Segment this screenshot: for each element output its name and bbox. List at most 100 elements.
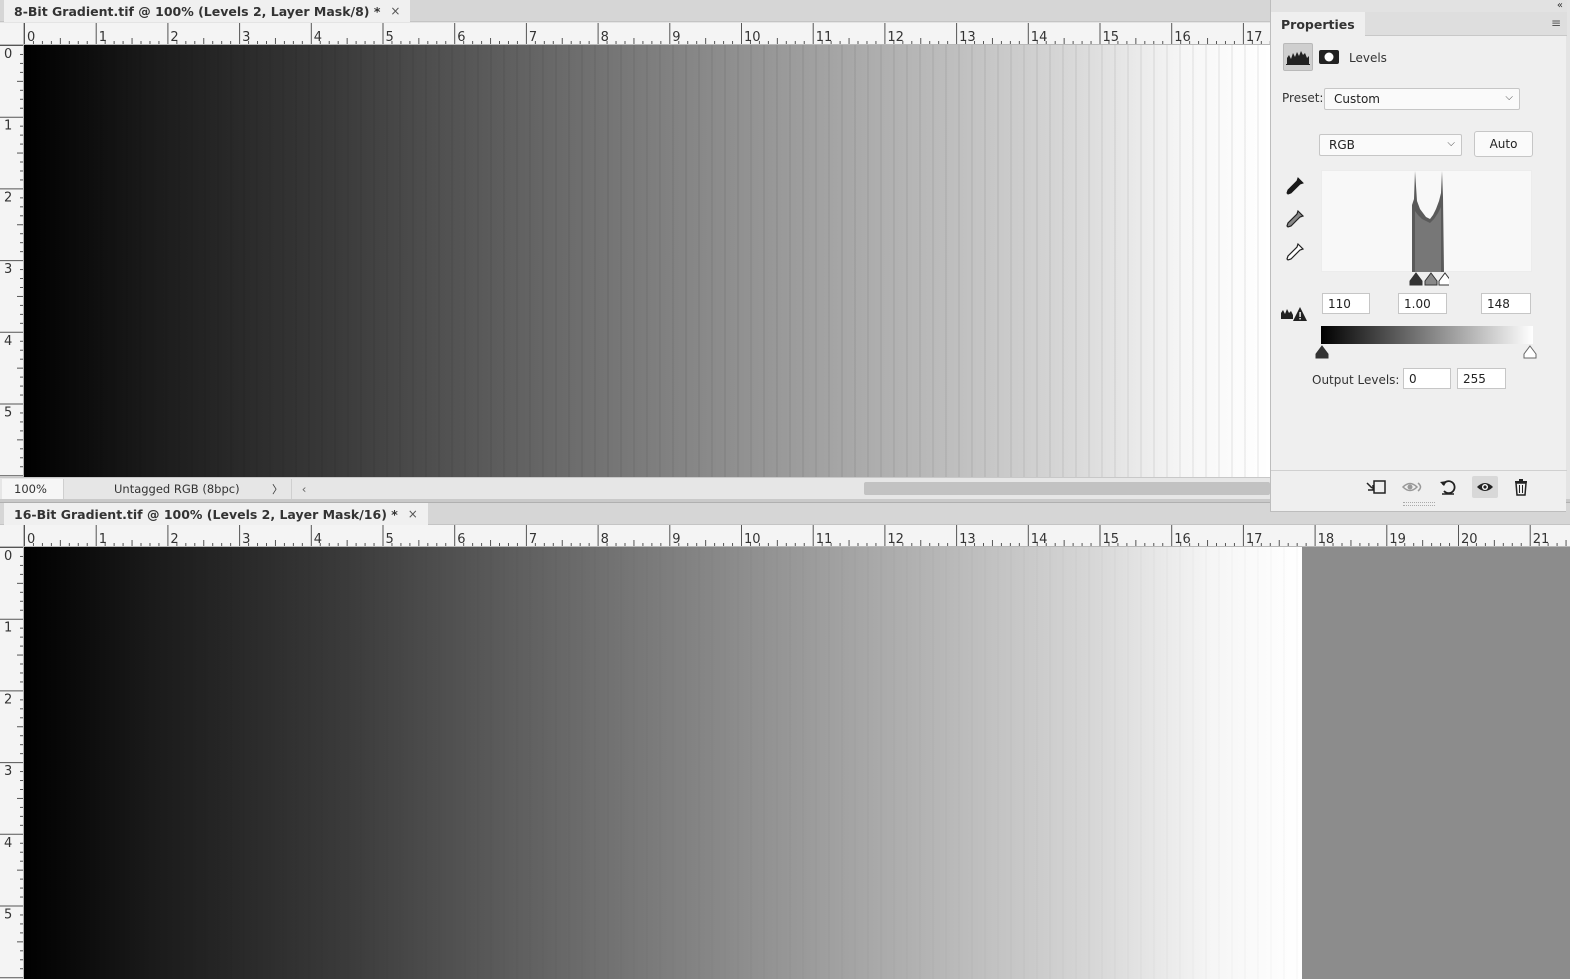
input-black-field[interactable]: 110: [1322, 293, 1370, 314]
output-levels-label: Output Levels:: [1312, 373, 1400, 387]
doc2-hruler-tick-label: 4: [314, 532, 322, 547]
doc1-hruler-tick-label: 14: [1031, 30, 1048, 45]
doc2-hruler-tick-label: 19: [1389, 532, 1406, 547]
doc2-canvas-gradient[interactable]: [24, 547, 1302, 979]
channel-value: RGB: [1329, 138, 1355, 152]
delete-adjustment-button[interactable]: [1508, 476, 1534, 498]
doc1-horizontal-scrollbar-thumb[interactable]: [864, 482, 1270, 495]
mask-adjustment-tab[interactable]: [1314, 43, 1344, 71]
panel-resize-grip[interactable]: [1403, 502, 1435, 506]
doc1-doc-info-arrow-icon[interactable]: 〉: [272, 481, 283, 497]
doc1-vertical-ruler: 0 1 2 3 4 5: [0, 45, 24, 477]
doc2-hruler-tick-label: 2: [170, 532, 178, 547]
panel-header: Properties ≡: [1271, 12, 1567, 36]
output-levels-gradient: [1321, 326, 1533, 344]
doc1-doc-info-label: Untagged RGB (8bpc): [114, 481, 240, 496]
doc1-hruler-tick-label: 9: [672, 30, 680, 45]
doc1-hruler-tick-label: 2: [170, 30, 178, 45]
view-previous-state-icon: [1401, 482, 1422, 492]
doc1-hruler-tick-label: 10: [744, 30, 761, 45]
doc1-vruler-tick-label: 4: [4, 334, 12, 349]
preset-dropdown[interactable]: Custom ⌵: [1324, 88, 1520, 110]
white-eyedropper-icon: [1286, 242, 1305, 261]
doc2-hruler-tick-label: 5: [386, 532, 394, 547]
doc2-hruler-tick-label: 18: [1318, 532, 1335, 547]
toggle-visibility-button[interactable]: [1472, 476, 1498, 498]
doc1-hruler-tick-label: 11: [816, 30, 833, 45]
doc1-hruler-tick-label: 16: [1174, 30, 1191, 45]
mask-icon: [1319, 50, 1339, 64]
gray-point-eyedropper[interactable]: [1280, 205, 1310, 233]
doc2-hruler-tick-label: 14: [1031, 532, 1048, 547]
input-gamma-field[interactable]: 1.00: [1398, 293, 1447, 314]
reset-icon: [1440, 480, 1456, 495]
doc1-hruler-tick-label: 1: [99, 30, 107, 45]
clipping-warning-button[interactable]: [1279, 300, 1309, 328]
doc2-hruler-tick-label: 21: [1533, 532, 1550, 547]
histogram-icon: [1286, 51, 1310, 65]
doc2-vertical-ruler: 0 1 2 3 4 5: [0, 547, 24, 979]
adjustment-name: Levels: [1349, 51, 1387, 65]
view-previous-state-button[interactable]: [1400, 476, 1426, 498]
doc1-close-icon[interactable]: ×: [390, 4, 400, 18]
output-white-field[interactable]: 255: [1457, 368, 1506, 389]
doc2-pasteboard: [1302, 547, 1570, 979]
levels-adjustment-tab[interactable]: [1283, 43, 1313, 71]
doc2-hruler-tick-label: 12: [887, 532, 904, 547]
doc1-canvas-gradient[interactable]: [24, 45, 1270, 477]
doc2-vruler-tick-label: 0: [4, 549, 12, 564]
doc2-hruler-tick-label: 10: [744, 532, 761, 547]
black-point-eyedropper[interactable]: [1280, 172, 1310, 200]
visibility-eye-icon: [1477, 483, 1493, 491]
doc2-horizontal-ruler: 0 1 2 3 4 5 6 7 8 9 10 11 12 13 14 15 16 17 18 19 20 21: [24, 525, 1570, 547]
trash-icon: [1515, 479, 1527, 496]
doc1-vruler-tick-label: 1: [4, 119, 12, 134]
doc2-tab-title: 16-Bit Gradient.tif @ 100% (Levels 2, La…: [14, 506, 398, 522]
doc1-hruler-tick-label: 0: [27, 30, 35, 45]
doc1-vruler-tick-label: 5: [4, 406, 12, 421]
chevron-down-icon: ⌵: [1505, 92, 1513, 103]
doc1-hruler-tick-label: 17: [1246, 30, 1263, 45]
doc1-hruler-tick-label: 3: [242, 30, 250, 45]
properties-panel: « Properties ≡ Levels Preset: Custom ⌵ R…: [1270, 0, 1567, 512]
doc1-doc-info[interactable]: Untagged RGB (8bpc) 〉: [64, 478, 292, 499]
doc1-scroll-left-icon[interactable]: ‹: [292, 482, 316, 496]
doc2-ruler-corner: [0, 525, 24, 547]
doc1-statusbar: 100% Untagged RGB (8bpc) 〉 ‹: [0, 477, 1270, 499]
input-levels-sliders[interactable]: [1409, 272, 1449, 286]
doc1-hruler-tick-label: 15: [1103, 30, 1120, 45]
clip-to-layer-button[interactable]: [1363, 476, 1389, 498]
gamma-input-slider: [1424, 272, 1438, 286]
white-point-eyedropper[interactable]: [1280, 238, 1310, 266]
output-black-field[interactable]: 0: [1403, 368, 1451, 389]
doc2-hruler-tick-label: 17: [1246, 532, 1263, 547]
black-eyedropper-icon: [1286, 177, 1304, 195]
panel-top-strip: «: [1271, 0, 1567, 12]
doc1-horizontal-ruler: 0 1 2 3 4 5 6 7 8 9 10 11 12 13 14 15 16 17: [24, 23, 1270, 45]
channel-dropdown[interactable]: RGB ⌵: [1319, 134, 1462, 156]
levels-histogram: [1321, 170, 1532, 272]
clip-to-layer-icon: [1366, 480, 1386, 494]
preset-value: Custom: [1334, 92, 1380, 106]
preset-label: Preset:: [1282, 91, 1324, 105]
reset-adjustment-button[interactable]: [1435, 476, 1461, 498]
doc2-hruler-tick-label: 9: [672, 532, 680, 547]
auto-button[interactable]: Auto: [1474, 131, 1533, 157]
panel-tab-properties[interactable]: Properties: [1271, 12, 1365, 36]
doc1-tab[interactable]: 8-Bit Gradient.tif @ 100% (Levels 2, Lay…: [4, 0, 411, 22]
doc2-tab[interactable]: 16-Bit Gradient.tif @ 100% (Levels 2, La…: [4, 503, 428, 525]
doc1-tab-title: 8-Bit Gradient.tif @ 100% (Levels 2, Lay…: [14, 3, 381, 19]
doc1-zoom-field[interactable]: 100%: [2, 478, 64, 499]
output-levels-sliders[interactable]: [1315, 345, 1545, 359]
input-white-field[interactable]: 148: [1481, 293, 1531, 314]
panel-collapse-icon[interactable]: «: [1557, 0, 1563, 11]
doc2-vruler-tick-label: 1: [4, 621, 12, 636]
doc1-vruler-tick-label: 3: [4, 262, 12, 277]
doc2-hruler-tick-label: 20: [1461, 532, 1478, 547]
doc2-hruler-tick-label: 16: [1174, 532, 1191, 547]
panel-menu-icon[interactable]: ≡: [1551, 16, 1561, 30]
gray-eyedropper-icon: [1286, 209, 1305, 228]
doc1-gradient-banding: [24, 45, 1270, 477]
doc2-close-icon[interactable]: ×: [408, 507, 418, 521]
doc1-hruler-tick-label: 8: [601, 30, 609, 45]
